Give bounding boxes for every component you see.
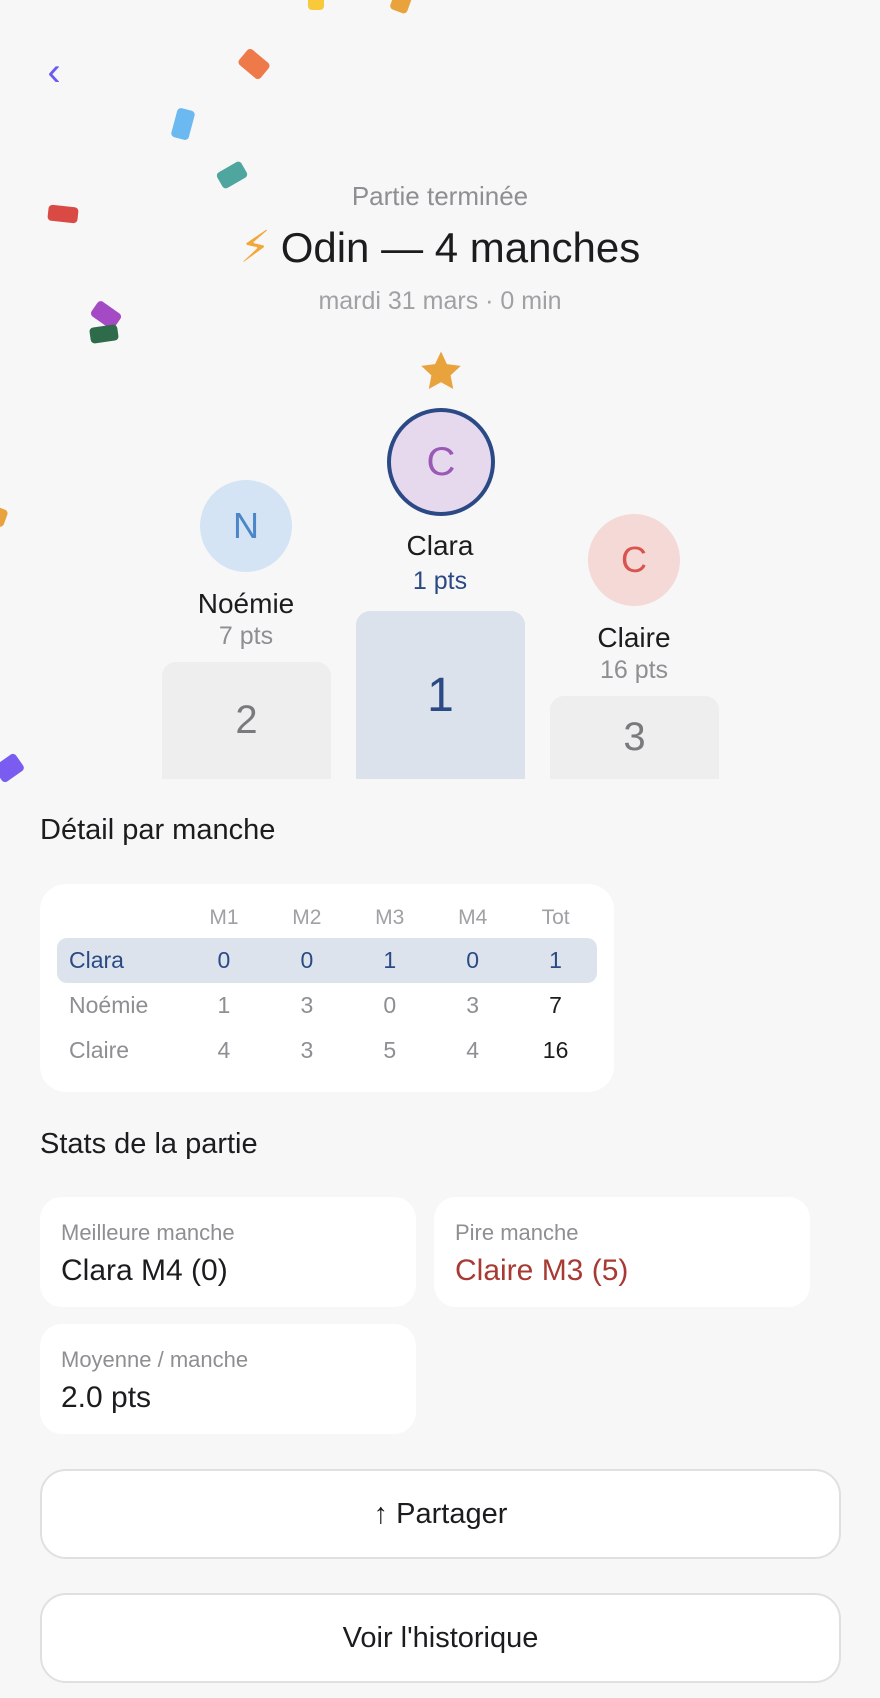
- podium-step-third: 3: [550, 696, 719, 779]
- score-cell: 0: [383, 992, 397, 1018]
- avatar-initial: C: [426, 439, 456, 484]
- score-cell: 3: [300, 992, 314, 1018]
- avatar-initial: N: [233, 505, 259, 546]
- rank-number: 3: [623, 715, 646, 759]
- table-header-cell: M1: [209, 906, 239, 929]
- avatar-second: N: [200, 480, 292, 572]
- total-cell: 16: [542, 1037, 569, 1063]
- rank-number: 1: [427, 668, 454, 722]
- player-name-cell: Noémie: [69, 992, 149, 1018]
- average-round-card: Moyenne / manche 2.0 pts: [40, 1324, 416, 1434]
- player-name-cell: Clara: [69, 947, 124, 973]
- second-place-name: Noémie: [197, 588, 295, 619]
- table-header-row: M1 M2 M3 M4 Tot: [57, 898, 597, 938]
- score-cell: 3: [466, 992, 480, 1018]
- first-place-points: 1 pts: [412, 567, 468, 595]
- stat-value: Claire M3 (5): [455, 1254, 629, 1287]
- score-cell: 5: [383, 1037, 397, 1063]
- lightning-icon: ⚡: [239, 223, 271, 272]
- total-cell: 7: [549, 992, 562, 1018]
- table-header-cell: M4: [458, 906, 488, 929]
- third-place-points: 16 pts: [599, 656, 669, 684]
- back-icon[interactable]: ‹: [36, 52, 72, 96]
- confetti-piece: [308, 0, 324, 10]
- stat-label: Moyenne / manche: [61, 1347, 249, 1372]
- table-row: Claire 4 3 5 4 16: [57, 1028, 597, 1073]
- avatar-first: C: [387, 408, 495, 516]
- share-button[interactable]: ↑ Partager: [40, 1469, 841, 1559]
- table-header-cell: Tot: [541, 906, 570, 929]
- total-cell: 1: [549, 947, 562, 973]
- second-place-points: 7 pts: [218, 622, 274, 650]
- podium-step-second: 2: [162, 662, 331, 779]
- best-round-card: Meilleure manche Clara M4 (0): [40, 1197, 416, 1307]
- confetti-piece: [0, 506, 9, 528]
- podium-step-first: 1: [356, 611, 525, 779]
- stat-value: Clara M4 (0): [61, 1254, 228, 1287]
- confetti-piece: [0, 752, 26, 784]
- stats-section-title: Stats de la partie: [40, 1128, 258, 1160]
- rank-number: 2: [235, 698, 258, 742]
- worst-round-card: Pire manche Claire M3 (5): [434, 1197, 810, 1307]
- round-detail-table: M1 M2 M3 M4 Tot Clara 0 0 1 0 1 Noémie 1…: [40, 884, 614, 1092]
- score-cell: 4: [466, 1037, 480, 1063]
- score-cell: 3: [300, 1037, 314, 1063]
- score-cell: 1: [217, 992, 231, 1018]
- avatar-initial: C: [621, 539, 647, 580]
- table-header-cell: M3: [375, 906, 405, 929]
- stat-label: Meilleure manche: [61, 1220, 235, 1245]
- third-place-name: Claire: [597, 622, 671, 653]
- table-header-cell: M2: [292, 906, 322, 929]
- page-title: ⚡ Odin — 4 manches: [0, 222, 880, 274]
- stat-value: 2.0 pts: [61, 1381, 152, 1414]
- player-name-cell: Claire: [69, 1037, 130, 1063]
- table-row: Noémie 1 3 0 3 7: [57, 983, 597, 1028]
- avatar-third: C: [588, 514, 680, 606]
- first-place-name: Clara: [406, 530, 474, 561]
- score-cell: 0: [217, 947, 231, 973]
- score-cell: 1: [383, 947, 397, 973]
- score-cell: 0: [300, 947, 314, 973]
- detail-section-title: Détail par manche: [40, 814, 276, 846]
- score-cell: 0: [466, 947, 480, 973]
- confetti-piece: [389, 0, 413, 15]
- page-subtitle: Partie terminée: [351, 181, 529, 211]
- confetti-piece: [236, 47, 272, 81]
- history-button[interactable]: Voir l'historique: [40, 1593, 841, 1683]
- winner-star-icon: [421, 351, 461, 390]
- score-cell: 4: [217, 1037, 231, 1063]
- confetti-piece: [89, 324, 119, 344]
- result-header: Partie terminée ⚡ Odin — 4 manches mardi …: [0, 178, 880, 318]
- game-title: Odin — 4 manches: [280, 224, 641, 271]
- game-meta: mardi 31 mars · 0 min: [318, 287, 562, 315]
- stat-label: Pire manche: [455, 1220, 579, 1245]
- table-row: Clara 0 0 1 0 1: [57, 938, 597, 983]
- confetti-piece: [170, 107, 196, 141]
